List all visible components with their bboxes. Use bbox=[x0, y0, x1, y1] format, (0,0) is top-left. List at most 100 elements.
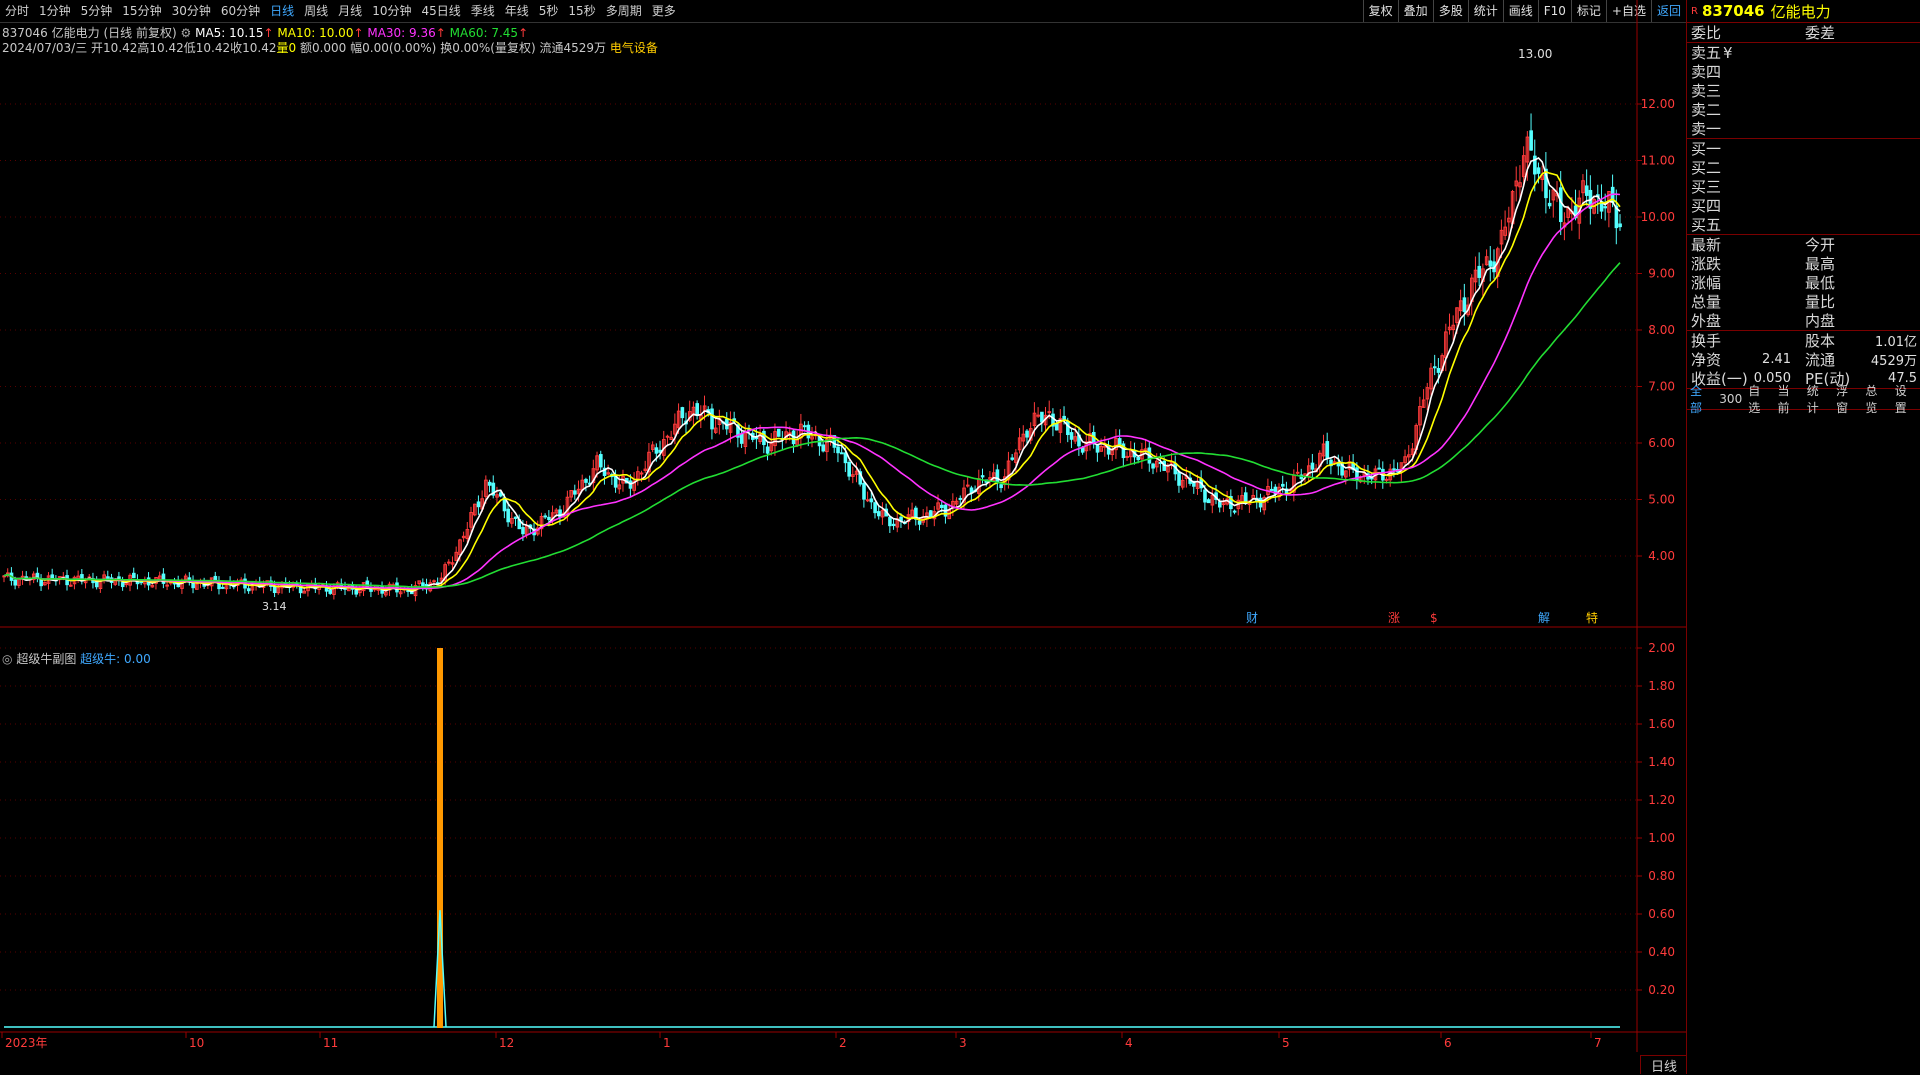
weicha-label: 委差 bbox=[1805, 24, 1836, 42]
candle-up bbox=[165, 584, 169, 587]
stat-value-2: 1.01亿 bbox=[1875, 335, 1917, 350]
candle-down bbox=[487, 481, 492, 486]
candle-down bbox=[995, 469, 1000, 483]
quote-left-label: 最新 bbox=[1691, 236, 1722, 254]
indicator-tick-label: 1.20 bbox=[1648, 793, 1675, 807]
candle-up bbox=[1295, 471, 1300, 474]
price-tick-label: 9.00 bbox=[1648, 267, 1675, 281]
candle-down bbox=[521, 527, 525, 535]
time-tick-label: 4 bbox=[1125, 1036, 1133, 1050]
stat-value-2: 47.5 bbox=[1888, 371, 1917, 386]
buy-level-label: 买二 bbox=[1691, 159, 1722, 177]
quote-left-label: 外盘 bbox=[1691, 312, 1722, 330]
candle-down bbox=[917, 520, 922, 525]
sell-level-row: 卖三 bbox=[1687, 81, 1920, 100]
sell-level-label: 卖二 bbox=[1691, 101, 1722, 119]
candle-down bbox=[873, 502, 877, 514]
candle-down bbox=[928, 510, 933, 517]
quote-summary: 最新 今开 涨跌 最高 涨幅 最低 总量 量比 外盘 内盘 bbox=[1687, 235, 1920, 331]
candle-down bbox=[888, 516, 892, 527]
buy-level-label: 买五 bbox=[1691, 216, 1722, 234]
quote-name: 亿能电力 bbox=[1770, 2, 1831, 21]
candle-down bbox=[1069, 432, 1074, 440]
kline-chart[interactable]: 12.0011.0010.009.008.007.006.005.004.002… bbox=[0, 0, 1686, 1052]
candle-down bbox=[1547, 202, 1552, 207]
time-tick-label: 10 bbox=[189, 1036, 204, 1050]
low-price-label: 3.14 bbox=[262, 600, 287, 613]
candle-up bbox=[665, 435, 670, 438]
candle-down bbox=[980, 475, 985, 478]
candle-up bbox=[447, 561, 451, 564]
indicator-tick-label: 2.00 bbox=[1648, 641, 1675, 655]
candle-down bbox=[1377, 467, 1381, 470]
r-badge: R bbox=[1691, 5, 1698, 17]
candle-down bbox=[869, 498, 874, 503]
stat-label-2: 股本 bbox=[1805, 332, 1836, 350]
candle-down bbox=[547, 516, 551, 521]
high-price-label: 13.00 bbox=[1518, 47, 1552, 61]
quote-row: 涨跌 最高 bbox=[1687, 254, 1920, 273]
quote-tab[interactable]: 300 bbox=[1716, 392, 1745, 406]
time-tick-label: 5 bbox=[1282, 1036, 1290, 1050]
buy-level-row: 买五 bbox=[1687, 215, 1920, 234]
candle-down bbox=[1243, 492, 1248, 503]
event-marker: 财 bbox=[1246, 611, 1258, 625]
candle-down bbox=[802, 425, 807, 428]
candle-down bbox=[1462, 297, 1467, 313]
candle-down bbox=[220, 586, 225, 589]
candle-down bbox=[1062, 415, 1066, 420]
indicator-tick-label: 1.40 bbox=[1648, 755, 1675, 769]
price-tick-label: 4.00 bbox=[1648, 549, 1675, 563]
price-tick-label: 5.00 bbox=[1648, 493, 1675, 507]
candle-down bbox=[1136, 456, 1141, 461]
buy-level-label: 买四 bbox=[1691, 197, 1722, 215]
candle-down bbox=[999, 484, 1003, 489]
buy-level-row: 买二 bbox=[1687, 158, 1920, 177]
period-label[interactable]: 日线 bbox=[1640, 1055, 1687, 1075]
buy-level-label: 买三 bbox=[1691, 178, 1722, 196]
buy-level-label: 买一 bbox=[1691, 140, 1722, 158]
price-tick-label: 6.00 bbox=[1648, 436, 1675, 450]
sub-chart-value: 超级牛: 0.00 bbox=[80, 652, 151, 666]
candle-down bbox=[599, 454, 603, 468]
quote-right-label: 最低 bbox=[1805, 274, 1836, 292]
candle-down bbox=[1066, 421, 1070, 436]
sell-level-row: 卖二 bbox=[1687, 100, 1920, 119]
sell-book: 卖五 ¥ 卖四 卖三 卖二 卖一 bbox=[1687, 43, 1920, 139]
candle-down bbox=[710, 408, 714, 430]
candle-down bbox=[120, 582, 125, 588]
candle-down bbox=[506, 508, 510, 523]
sell-level-label: 卖一 bbox=[1691, 120, 1722, 138]
indicator-tick-label: 0.80 bbox=[1648, 869, 1675, 883]
candle-down bbox=[13, 579, 18, 586]
quote-left-label: 总量 bbox=[1691, 293, 1722, 311]
candle-down bbox=[328, 589, 333, 594]
indicator-spike-bar bbox=[437, 648, 443, 1028]
candle-down bbox=[1392, 468, 1396, 471]
quote-row: 外盘 内盘 bbox=[1687, 311, 1920, 330]
collapse-icon[interactable]: ◎ bbox=[2, 652, 12, 666]
sub-chart-title: 超级牛副图 bbox=[16, 652, 77, 666]
event-marker: 解 bbox=[1538, 611, 1550, 625]
quote-header: R 837046 亿能电力 bbox=[1687, 0, 1920, 23]
ma5-line bbox=[3, 157, 1621, 593]
time-tick-label: 7 bbox=[1594, 1036, 1602, 1050]
stat-row: 换手 股本 1.01亿 bbox=[1687, 331, 1920, 350]
time-tick-label: 2023年 bbox=[5, 1036, 48, 1050]
candle-down bbox=[1325, 441, 1330, 459]
candle-down bbox=[847, 461, 851, 477]
candle-down bbox=[139, 581, 144, 584]
stat-value-1: 0.050 bbox=[1753, 371, 1791, 386]
candle-down bbox=[1203, 489, 1207, 503]
time-tick-label: 11 bbox=[323, 1036, 338, 1050]
sell-level-label: 卖四 bbox=[1691, 63, 1722, 81]
weibi-label: 委比 bbox=[1691, 24, 1722, 42]
candle-down bbox=[776, 428, 781, 437]
candle-down bbox=[1025, 430, 1029, 438]
candle-down bbox=[573, 490, 577, 495]
candle-down bbox=[513, 516, 518, 519]
indicator-tick-label: 1.60 bbox=[1648, 717, 1675, 731]
candle-down bbox=[1117, 438, 1122, 445]
candle-down bbox=[940, 504, 944, 509]
quote-right-label: 量比 bbox=[1805, 293, 1836, 311]
